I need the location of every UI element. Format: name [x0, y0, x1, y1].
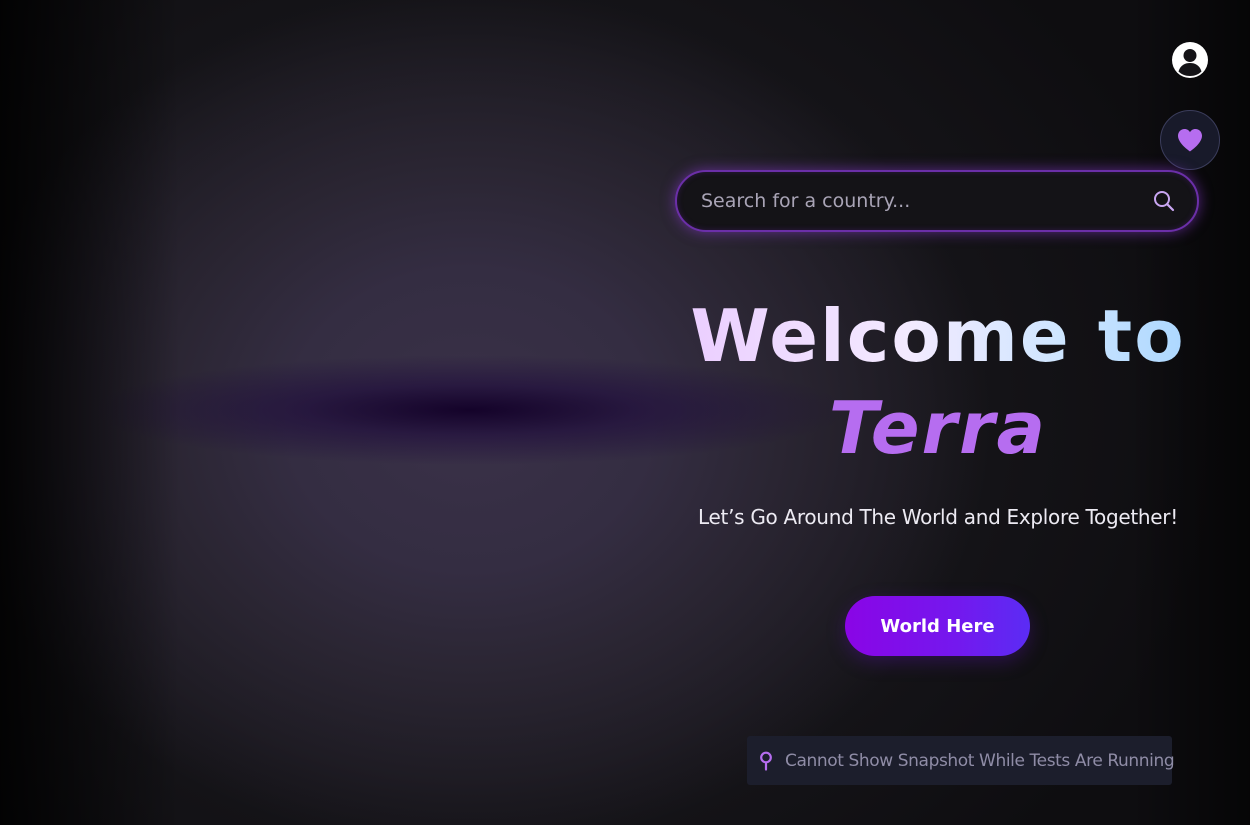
search-bar: [675, 170, 1199, 232]
background-vignette-left: [0, 0, 180, 825]
heart-icon: [1178, 129, 1202, 152]
landing-page: Welcome to Terra Let’s Go Around The Wor…: [0, 0, 1250, 825]
favorites-button[interactable]: [1160, 110, 1220, 170]
snapshot-notice-text: Cannot Show Snapshot While Tests Are Run…: [785, 750, 1175, 771]
map-pin-icon: [759, 750, 773, 772]
search-input[interactable]: [699, 180, 1151, 222]
user-circle-icon: [1172, 42, 1208, 78]
hero-title-brand: Terra: [828, 386, 1048, 470]
snapshot-notice: Cannot Show Snapshot While Tests Are Run…: [747, 736, 1175, 785]
hero-title: Welcome to Terra: [640, 292, 1236, 476]
hero-title-line-1: Welcome to: [640, 292, 1236, 380]
world-here-button[interactable]: World Here: [845, 596, 1030, 656]
profile-button[interactable]: [1170, 40, 1210, 80]
search-icon[interactable]: [1151, 188, 1177, 214]
hero-subtitle: Let’s Go Around The World and Explore To…: [698, 505, 1178, 529]
